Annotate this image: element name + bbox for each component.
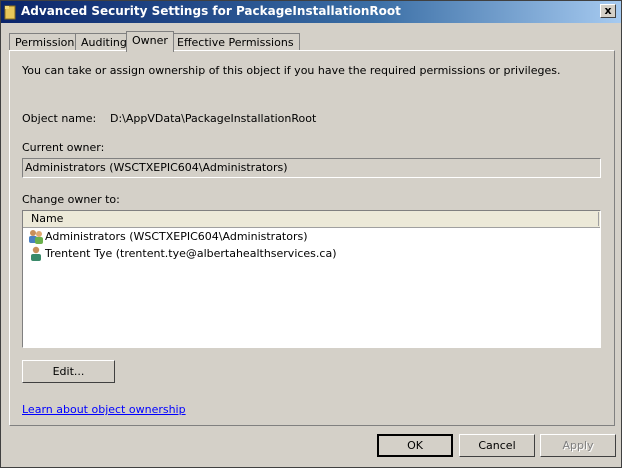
object-name-label: Object name: — [22, 112, 97, 125]
user-icon — [31, 246, 41, 261]
window-title: Advanced Security Settings for PackageIn… — [21, 4, 401, 18]
intro-text: You can take or assign ownership of this… — [22, 64, 561, 77]
tab-effective-permissions[interactable]: Effective Permissions — [171, 33, 300, 51]
group-icon — [29, 230, 43, 244]
current-owner-field[interactable]: Administrators (WSCTXEPIC604\Administrat… — [22, 158, 601, 178]
owner-panel: You can take or assign ownership of this… — [9, 50, 615, 426]
tab-auditing[interactable]: Auditing — [75, 33, 133, 51]
object-name-value: D:\AppVData\PackageInstallationRoot — [110, 112, 317, 125]
apply-button[interactable]: Apply — [540, 434, 616, 457]
ok-button[interactable]: OK — [377, 434, 453, 457]
list-item-label: Administrators (WSCTXEPIC604\Administrat… — [45, 230, 308, 243]
list-item[interactable]: Administrators (WSCTXEPIC604\Administrat… — [23, 228, 600, 245]
column-divider — [598, 212, 599, 226]
list-item[interactable]: Trentent Tye (trentent.tye@albertahealth… — [23, 245, 600, 262]
advanced-security-dialog: Advanced Security Settings for PackageIn… — [0, 0, 622, 468]
owner-listbox[interactable]: Name Administrators (WSCTXEPIC604\Admini… — [22, 210, 601, 348]
current-owner-label: Current owner: — [22, 141, 105, 154]
list-header-name[interactable]: Name — [23, 211, 600, 228]
close-button[interactable]: x — [600, 4, 616, 18]
title-bar[interactable]: Advanced Security Settings for PackageIn… — [1, 1, 621, 23]
change-owner-label: Change owner to: — [22, 193, 120, 206]
list-header-label: Name — [31, 212, 64, 225]
edit-button[interactable]: Edit... — [22, 360, 115, 383]
cancel-button[interactable]: Cancel — [459, 434, 535, 457]
tab-owner[interactable]: Owner — [126, 31, 174, 52]
folder-icon — [4, 5, 16, 20]
list-item-label: Trentent Tye (trentent.tye@albertahealth… — [45, 247, 337, 260]
learn-ownership-link[interactable]: Learn about object ownership — [22, 403, 186, 416]
